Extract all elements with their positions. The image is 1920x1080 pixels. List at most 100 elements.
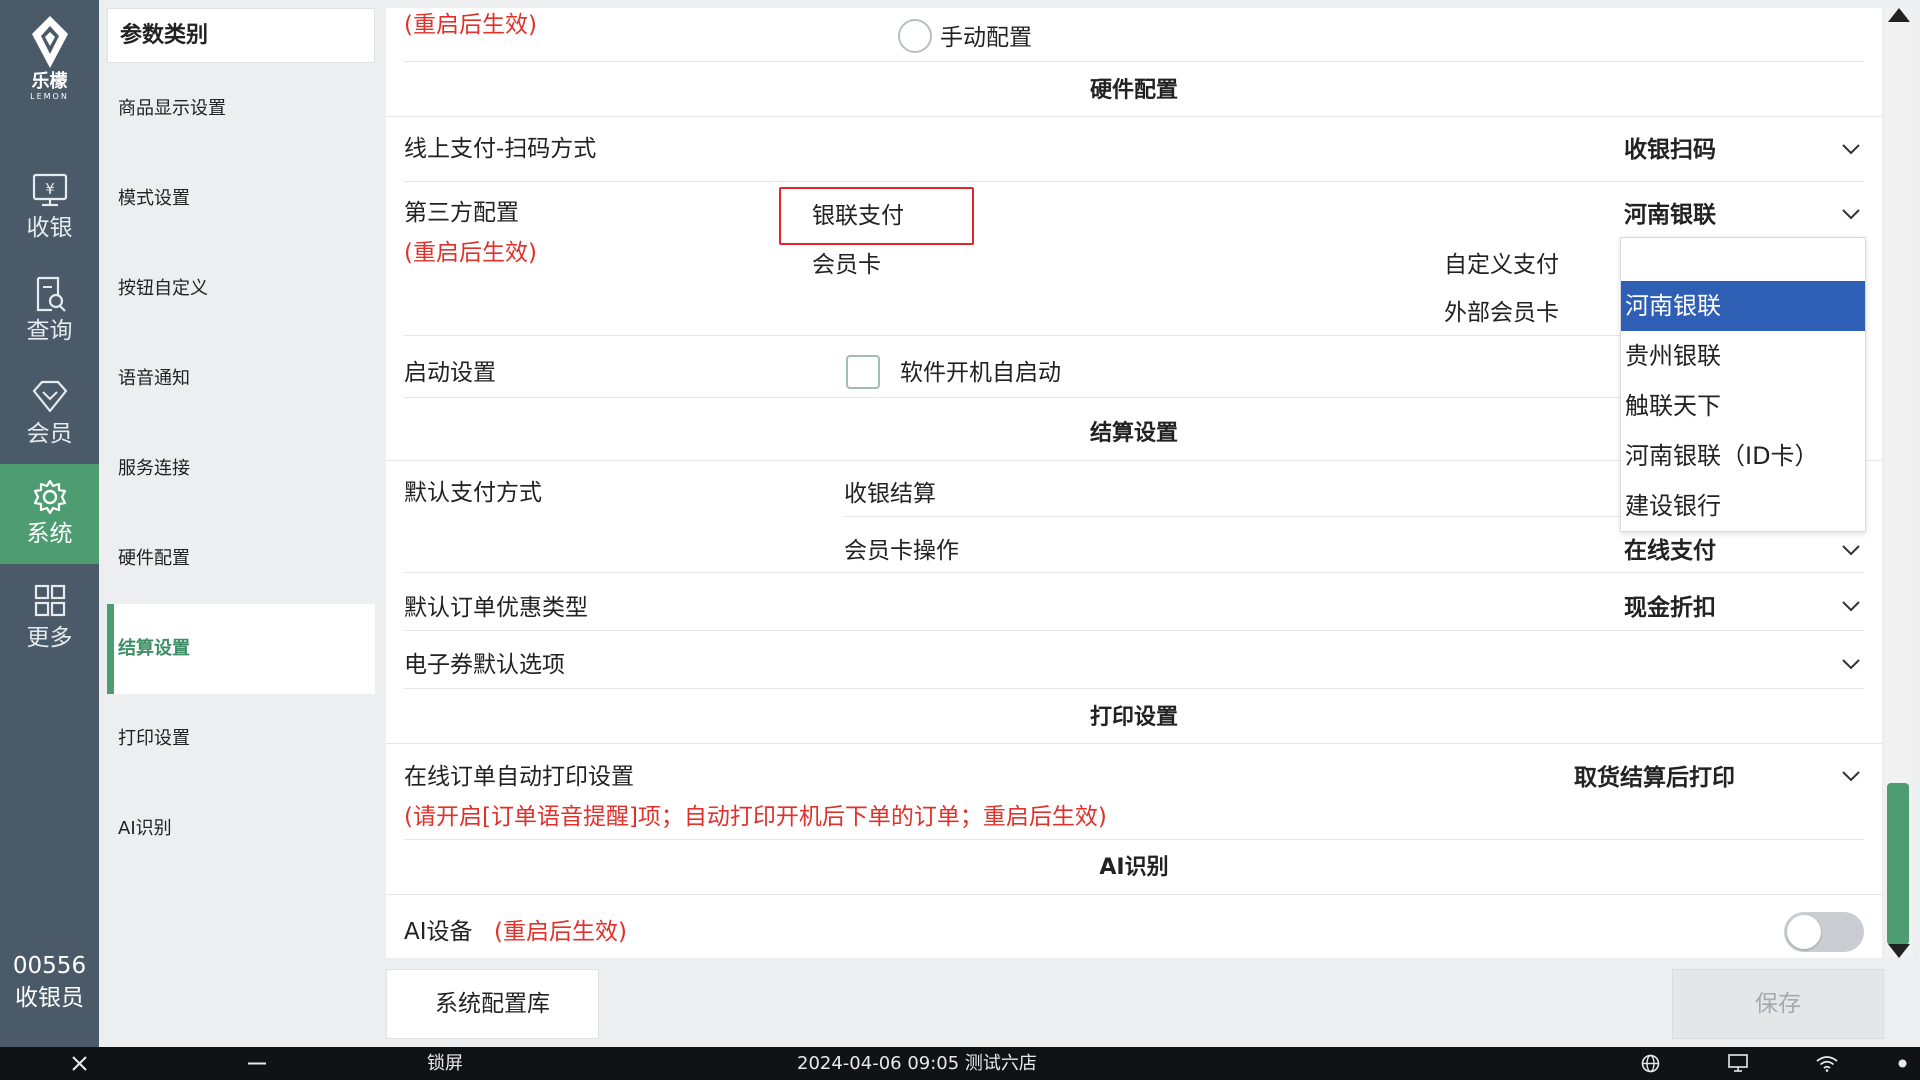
third-party-label: 第三方配置 [404,200,519,226]
svg-text:¥: ¥ [45,180,55,198]
nav-rail: 乐檬 LEMON ¥ 收银 查询 会员 系统 更多 00556 收银员 [0,0,99,1047]
status-dot-icon [1898,1059,1907,1068]
query-icon [36,276,66,312]
category-item-print[interactable]: 打印设置 [107,694,375,784]
divider [404,630,1864,631]
member-icon [32,380,67,413]
divider [386,743,1882,744]
chevron-down-icon[interactable] [1841,769,1861,783]
user-info: 00556 收银员 [0,950,99,1014]
divider [386,894,1882,895]
divider [404,839,1864,840]
save-button[interactable]: 保存 [1672,969,1884,1039]
brand-name-cn: 乐檬 [31,71,68,92]
section-title-print: 打印设置 [1089,705,1178,730]
nav-label: 更多 [26,625,73,651]
ai-device-label: AI设备 [404,919,473,945]
divider [404,181,1864,182]
taskbar: 锁屏 2024-04-06 09:05 测试六店 [0,1047,1920,1080]
third-party-note: (重启后生效) [404,240,537,266]
dropdown-option[interactable]: 河南银联（ID卡） [1621,431,1865,481]
unionpay-option-label[interactable]: 银联支付 [812,201,904,231]
section-title-hardware: 硬件配置 [1089,78,1178,103]
section-title-ai: AI识别 [1099,855,1169,880]
close-icon[interactable] [71,1055,88,1072]
category-panel: 参数类别 商品显示设置 模式设置 按钮自定义 语音通知 服务连接 硬件配置 结算… [99,0,383,1047]
auto-start-checkbox[interactable] [846,355,880,389]
scrollbar-thumb[interactable] [1887,783,1909,945]
chevron-down-icon[interactable] [1841,599,1861,613]
ai-device-toggle[interactable] [1784,912,1864,952]
lemon-logo-icon [31,16,68,68]
brand-name-en: LEMON [30,92,69,101]
nav-item-query[interactable]: 查询 [0,261,99,361]
manual-config-label: 手动配置 [940,25,1032,51]
chevron-down-icon[interactable] [1841,142,1861,156]
dropdown-option[interactable]: 触联天下 [1621,381,1865,431]
user-id: 00556 [12,953,87,979]
dropdown-option[interactable]: 河南银联 [1621,281,1865,331]
member-card-op-value[interactable]: 在线支付 [1624,536,1716,566]
divider [404,688,1864,689]
gear-icon [33,479,66,515]
toggle-knob [1787,915,1821,949]
manual-config-radio[interactable] [898,19,932,53]
minimize-icon[interactable] [248,1062,266,1065]
globe-icon[interactable] [1641,1054,1660,1073]
scroll-down-arrow-icon[interactable] [1886,942,1912,960]
datetime-store: 2024-04-06 09:05 测试六店 [797,1053,1037,1074]
nav-label: 收银 [26,215,73,241]
nav-label: 系统 [26,521,73,547]
member-card-op-label: 会员卡操作 [844,538,959,564]
third-party-value[interactable]: 河南银联 [1624,200,1716,230]
nav-label: 会员 [26,421,73,447]
external-card-option-label[interactable]: 外部会员卡 [1444,298,1559,328]
default-pay-label: 默认支付方式 [404,480,542,506]
chevron-down-icon[interactable] [1841,543,1861,557]
nav-item-system[interactable]: 系统 [0,464,99,564]
divider [386,116,1882,117]
category-header: 参数类别 [107,8,375,63]
system-config-library-button[interactable]: 系统配置库 [386,969,599,1039]
dropdown-option[interactable]: 建设银行 [1621,481,1865,531]
monitor-icon[interactable] [1728,1054,1748,1073]
dropdown-option[interactable]: 贵州银联 [1621,331,1865,381]
grid-icon [34,584,65,617]
scan-mode-label: 线上支付-扫码方式 [404,136,597,162]
chevron-down-icon[interactable] [1841,207,1861,221]
scroll-up-arrow-icon[interactable] [1886,6,1912,24]
auto-print-value[interactable]: 取货结算后打印 [1574,763,1735,793]
category-item-voice[interactable]: 语音通知 [107,334,375,424]
startup-label: 启动设置 [404,360,496,386]
user-role: 收银员 [15,985,84,1011]
nav-item-cashier[interactable]: ¥ 收银 [0,158,99,258]
auto-print-label: 在线订单自动打印设置 [404,764,634,790]
nav-item-more[interactable]: 更多 [0,568,99,668]
category-item-settlement[interactable]: 结算设置 [107,604,375,694]
discount-type-value[interactable]: 现金折扣 [1624,593,1716,623]
restart-note: (重启后生效) [404,12,537,38]
ecoupon-label: 电子券默认选项 [404,652,565,678]
category-item-hardware[interactable]: 硬件配置 [107,514,375,604]
nav-label: 查询 [26,318,73,344]
category-item-mode[interactable]: 模式设置 [107,154,375,244]
category-item-display[interactable]: 商品显示设置 [107,64,375,154]
discount-type-label: 默认订单优惠类型 [404,595,588,621]
divider [404,61,1864,62]
wifi-icon[interactable] [1816,1055,1838,1072]
category-item-service[interactable]: 服务连接 [107,424,375,514]
bank-dropdown-menu: 河南银联 贵州银联 触联天下 河南银联（ID卡） 建设银行 [1620,237,1866,532]
app-logo: 乐檬 LEMON [0,14,99,114]
cashier-icon: ¥ [32,173,67,207]
ai-device-note: (重启后生效) [494,919,627,945]
category-item-buttons[interactable]: 按钮自定义 [107,244,375,334]
auto-start-label: 软件开机自启动 [900,360,1061,386]
lock-screen-button[interactable]: 锁屏 [427,1047,463,1080]
custom-pay-option-label[interactable]: 自定义支付 [1444,250,1559,280]
nav-item-member[interactable]: 会员 [0,364,99,464]
chevron-down-icon[interactable] [1841,657,1861,671]
cashier-settle-label: 收银结算 [844,481,936,507]
category-item-ai[interactable]: AI识别 [107,784,375,874]
scan-mode-value[interactable]: 收银扫码 [1624,135,1716,165]
member-card-option-label[interactable]: 会员卡 [812,250,881,280]
